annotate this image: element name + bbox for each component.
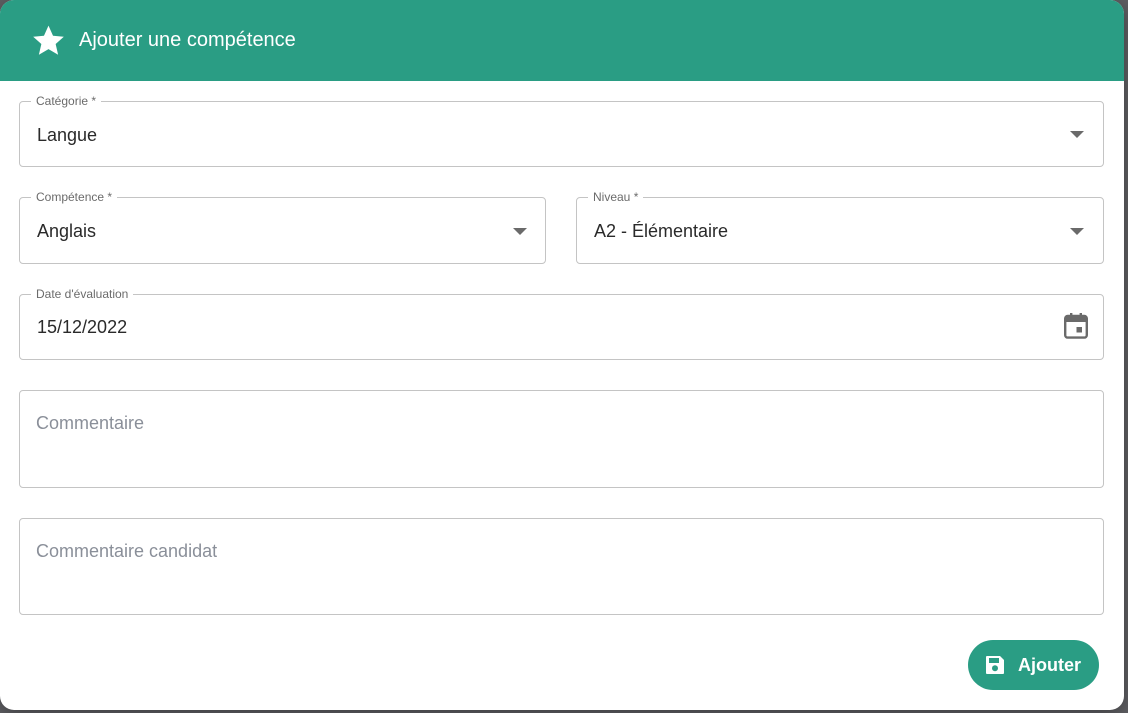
chevron-down-icon xyxy=(1070,131,1084,138)
star-icon xyxy=(33,25,64,55)
candidate-comment-textarea[interactable]: Commentaire candidat xyxy=(19,518,1104,615)
evaluation-date-value: 15/12/2022 xyxy=(37,317,128,337)
chevron-down-icon xyxy=(513,228,527,235)
category-select[interactable]: Catégorie * Langue xyxy=(19,93,1104,167)
dialog-header: Ajouter une compétence xyxy=(0,0,1124,81)
add-button-label: Ajouter xyxy=(1018,655,1081,675)
dialog-title: Ajouter une compétence xyxy=(79,29,296,51)
skill-select[interactable]: Compétence * Anglais xyxy=(19,189,546,264)
evaluation-date-label: Date d'évaluation xyxy=(31,286,134,302)
calendar-icon[interactable] xyxy=(1064,313,1088,339)
evaluation-date-field[interactable]: Date d'évaluation 15/12/2022 xyxy=(19,286,1104,360)
add-button[interactable]: Ajouter xyxy=(968,640,1099,690)
skill-value: Anglais xyxy=(37,221,97,241)
chevron-down-icon xyxy=(1070,228,1084,235)
category-value: Langue xyxy=(37,125,98,145)
level-label: Niveau * xyxy=(588,189,644,205)
level-select[interactable]: Niveau * A2 - Élémentaire xyxy=(576,189,1104,264)
level-value: A2 - Élémentaire xyxy=(594,221,729,241)
add-skill-dialog: Ajouter une compétence Catégorie * Langu… xyxy=(0,0,1124,710)
comment-textarea[interactable]: Commentaire xyxy=(19,390,1104,488)
comment-placeholder: Commentaire xyxy=(36,413,145,433)
skill-label: Compétence * xyxy=(31,189,118,205)
candidate-comment-placeholder: Commentaire candidat xyxy=(36,541,218,561)
category-label: Catégorie * xyxy=(31,93,102,109)
save-icon xyxy=(986,656,1004,674)
